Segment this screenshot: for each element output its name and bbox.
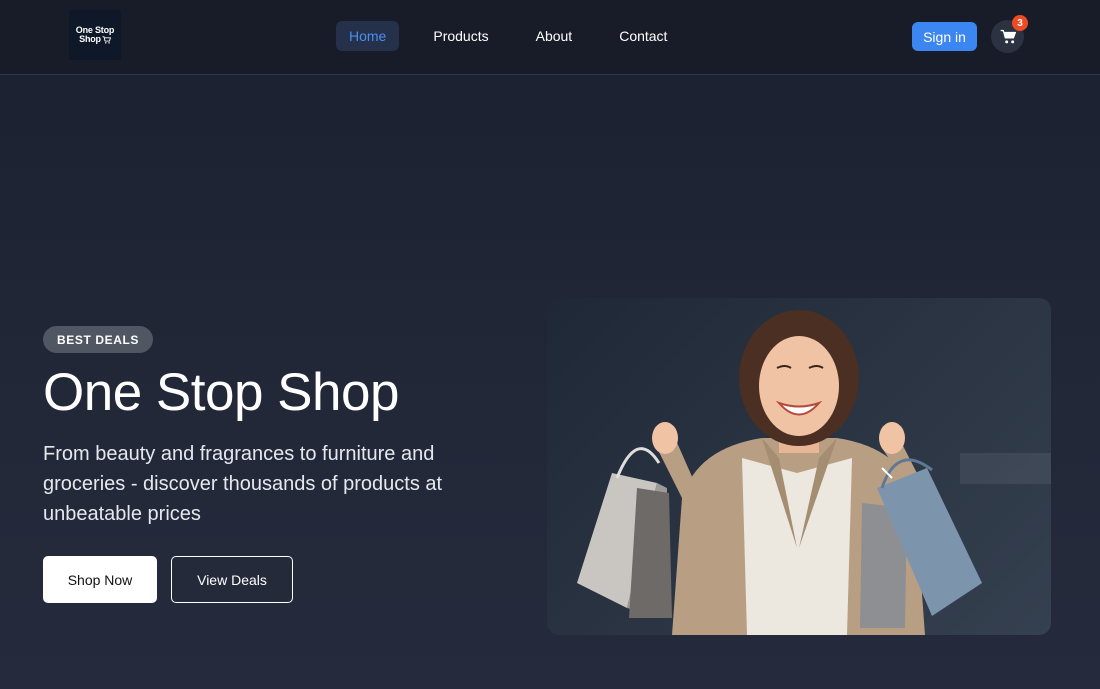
brand-line2: Shop: [79, 34, 101, 44]
site-header: One Stop Shop Home Products About Contac…: [0, 0, 1100, 75]
nav-home[interactable]: Home: [336, 21, 400, 51]
image-overlay-bar: [960, 453, 1051, 484]
logo-cart-icon: [102, 35, 111, 44]
cart-count-badge: 3: [1012, 15, 1028, 31]
hero-subtitle: From beauty and fragrances to furniture …: [43, 443, 443, 525]
main-nav: Home Products About Contact: [336, 21, 701, 51]
sign-in-button[interactable]: Sign in: [912, 22, 977, 51]
nav-products[interactable]: Products: [420, 21, 501, 51]
brand-logo[interactable]: One Stop Shop: [69, 10, 121, 60]
shopping-cart-icon: [1000, 29, 1016, 44]
nav-about[interactable]: About: [523, 21, 586, 51]
view-deals-button[interactable]: View Deals: [171, 556, 293, 603]
hero-title: One Stop Shop: [43, 363, 399, 422]
best-deals-badge: BEST DEALS: [43, 326, 154, 353]
shop-now-button[interactable]: Shop Now: [43, 556, 157, 603]
nav-contact[interactable]: Contact: [606, 21, 680, 51]
